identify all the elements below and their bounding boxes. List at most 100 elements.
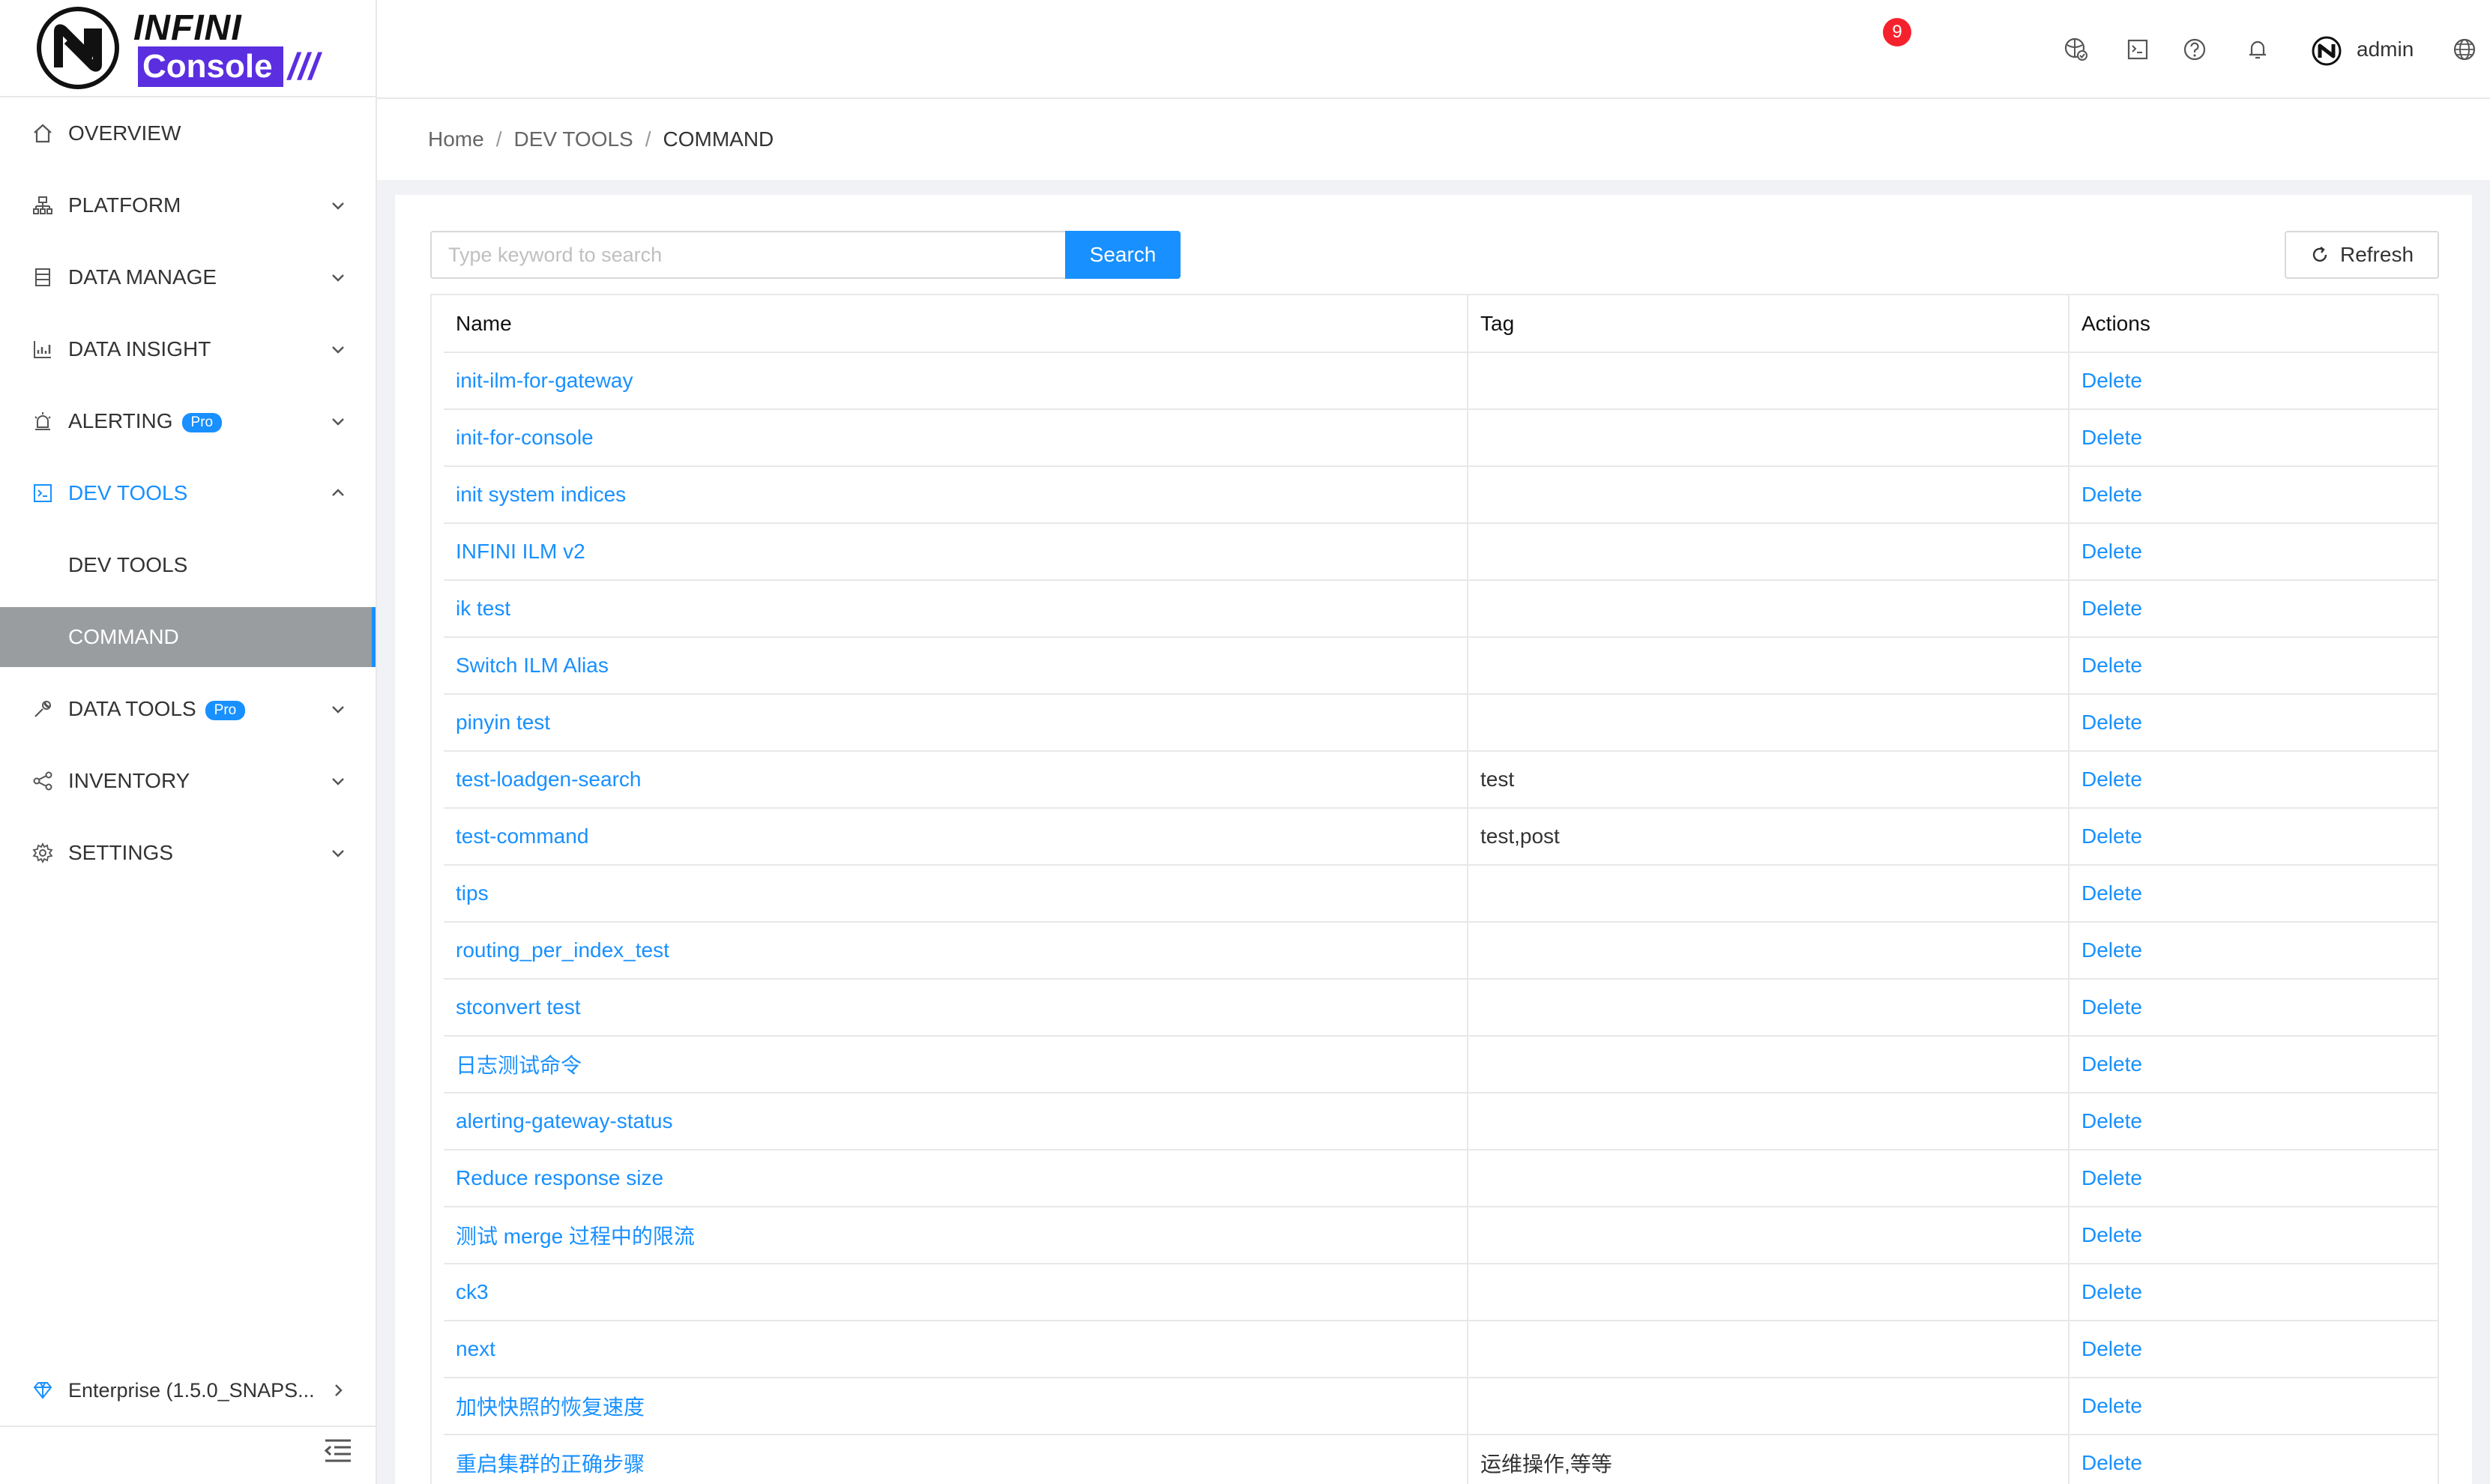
command-name-link[interactable]: pinyin test (444, 694, 1468, 752)
terminal-icon[interactable] (2124, 36, 2151, 63)
delete-link[interactable]: Delete (2068, 1321, 2438, 1378)
delete-link[interactable]: Delete (2068, 694, 2438, 752)
sidebar-item-settings[interactable]: SETTINGS (0, 817, 376, 889)
delete-link[interactable]: Delete (2068, 1093, 2438, 1150)
breadcrumb-dev-tools[interactable]: DEV TOOLS (513, 127, 633, 151)
refresh-icon (2312, 247, 2327, 262)
command-name-link[interactable]: Reduce response size (444, 1150, 1468, 1207)
sidebar-item-platform[interactable]: PLATFORM (0, 169, 376, 241)
globe-icon[interactable] (2451, 36, 2478, 63)
delete-link[interactable]: Delete (2068, 1150, 2438, 1207)
command-tag-cell (1467, 352, 2069, 410)
breadcrumb: Home / DEV TOOLS / COMMAND (377, 99, 2490, 180)
sidebar-item-data-insight[interactable]: DATA INSIGHT (0, 313, 376, 385)
column-header-actions: Actions (2068, 295, 2438, 353)
enterprise-version[interactable]: Enterprise (1.5.0_SNAPS... (0, 1355, 376, 1427)
sidebar-item-data-manage[interactable]: DATA MANAGE (0, 241, 376, 313)
logo[interactable]: INFINI Console /// (0, 0, 376, 97)
delete-link[interactable]: Delete (2068, 1378, 2438, 1435)
username[interactable]: admin (2357, 37, 2414, 61)
command-name-link[interactable]: 日志测试命令 (444, 1036, 1468, 1094)
sidebar-item-data-tools[interactable]: DATA TOOLS Pro (0, 673, 376, 745)
delete-link[interactable]: Delete (2068, 1435, 2438, 1484)
command-name-link[interactable]: INFINI ILM v2 (444, 523, 1468, 581)
delete-link[interactable]: Delete (2068, 1264, 2438, 1321)
delete-link[interactable]: Delete (2068, 865, 2438, 923)
breadcrumb-separator: / (495, 127, 502, 151)
share-icon (31, 770, 54, 792)
delete-link[interactable]: Delete (2068, 637, 2438, 695)
delete-link[interactable]: Delete (2068, 751, 2438, 809)
table-row: pinyin test Delete (444, 694, 2438, 752)
command-name-link[interactable]: init-ilm-for-gateway (444, 352, 1468, 410)
command-name-link[interactable]: tips (444, 865, 1468, 923)
delete-link[interactable]: Delete (2068, 979, 2438, 1037)
command-name-link[interactable]: ik test (444, 580, 1468, 638)
command-name-link[interactable]: 重启集群的正确步骤 (444, 1435, 1468, 1484)
breadcrumb-home[interactable]: Home (428, 127, 484, 151)
sidebar-item-overview[interactable]: OVERVIEW (0, 97, 376, 169)
sidebar-item-label: ALERTING Pro (68, 409, 223, 433)
command-tag-cell (1467, 1321, 2069, 1378)
table-row: next Delete (444, 1321, 2438, 1378)
command-table: Name Tag Actions init-ilm-for-gateway Del… (430, 294, 2439, 1484)
delete-link[interactable]: Delete (2068, 808, 2438, 866)
refresh-button[interactable]: Refresh (2285, 231, 2439, 279)
command-name-link[interactable]: stconvert test (444, 979, 1468, 1037)
command-tag-cell: test (1467, 751, 2069, 809)
sidebar-item-label: SETTINGS (68, 841, 174, 864)
table-row: 测试 merge 过程中的限流 Delete (444, 1207, 2438, 1264)
cluster-icon (31, 194, 54, 217)
delete-link[interactable]: Delete (2068, 1036, 2438, 1094)
table-row: INFINI ILM v2 Delete (444, 523, 2438, 581)
table-row: 加快快照的恢复速度 Delete (444, 1378, 2438, 1435)
pro-badge: Pro (205, 700, 246, 720)
shield-check-icon[interactable] (2063, 36, 2090, 63)
help-icon[interactable] (2181, 36, 2208, 63)
delete-link[interactable]: Delete (2068, 466, 2438, 524)
chart-icon (31, 338, 54, 361)
command-name-link[interactable]: 加快快照的恢复速度 (444, 1378, 1468, 1435)
wrench-icon (31, 698, 54, 720)
command-tag-cell: test,post (1467, 808, 2069, 866)
sidebar-item-dev-tools[interactable]: DEV TOOLS (0, 457, 376, 529)
command-tag-cell (1467, 637, 2069, 695)
command-name-link[interactable]: ck3 (444, 1264, 1468, 1321)
sidebar-item-alerting[interactable]: ALERTING Pro (0, 385, 376, 457)
search-button[interactable]: Search (1065, 231, 1181, 279)
command-name-link[interactable]: test-loadgen-search (444, 751, 1468, 809)
sidebar: INFINI Console /// OVERVIEW PLATFORM DAT… (0, 0, 377, 1484)
column-header-name[interactable]: Name (444, 295, 1468, 353)
delete-link[interactable]: Delete (2068, 922, 2438, 980)
search-input[interactable] (430, 231, 1065, 279)
chevron-down-icon (332, 418, 344, 426)
table-row: ck3 Delete (444, 1264, 2438, 1321)
delete-link[interactable]: Delete (2068, 1207, 2438, 1264)
delete-link[interactable]: Delete (2068, 580, 2438, 638)
delete-link[interactable]: Delete (2068, 352, 2438, 410)
command-name-link[interactable]: next (444, 1321, 1468, 1378)
menu-collapse-icon[interactable] (322, 1438, 354, 1465)
command-name-link[interactable]: init-for-console (444, 409, 1468, 467)
command-tag-cell (1467, 409, 2069, 467)
command-tag-cell (1467, 523, 2069, 581)
command-name-link[interactable]: alerting-gateway-status (444, 1093, 1468, 1150)
sidebar-item-inventory[interactable]: INVENTORY (0, 745, 376, 817)
table-row: 重启集群的正确步骤 运维操作,等等 Delete (444, 1435, 2438, 1484)
command-name-link[interactable]: test-command (444, 808, 1468, 866)
command-tag-cell (1467, 694, 2069, 752)
sidebar-subitem-command[interactable]: COMMAND (0, 607, 376, 667)
command-name-link[interactable]: routing_per_index_test (444, 922, 1468, 980)
delete-link[interactable]: Delete (2068, 523, 2438, 581)
table-row: routing_per_index_test Delete (444, 922, 2438, 980)
command-name-link[interactable]: Switch ILM Alias (444, 637, 1468, 695)
sidebar-subitem-dev-tools[interactable]: DEV TOOLS (0, 529, 376, 601)
command-name-link[interactable]: 测试 merge 过程中的限流 (444, 1207, 1468, 1264)
delete-link[interactable]: Delete (2068, 409, 2438, 467)
bell-icon[interactable] (2244, 36, 2271, 63)
table-row: Switch ILM Alias Delete (444, 637, 2438, 695)
command-name-link[interactable]: init system indices (444, 466, 1468, 524)
pro-badge: Pro (181, 412, 223, 432)
avatar[interactable] (2312, 36, 2342, 66)
chevron-down-icon (332, 202, 344, 210)
